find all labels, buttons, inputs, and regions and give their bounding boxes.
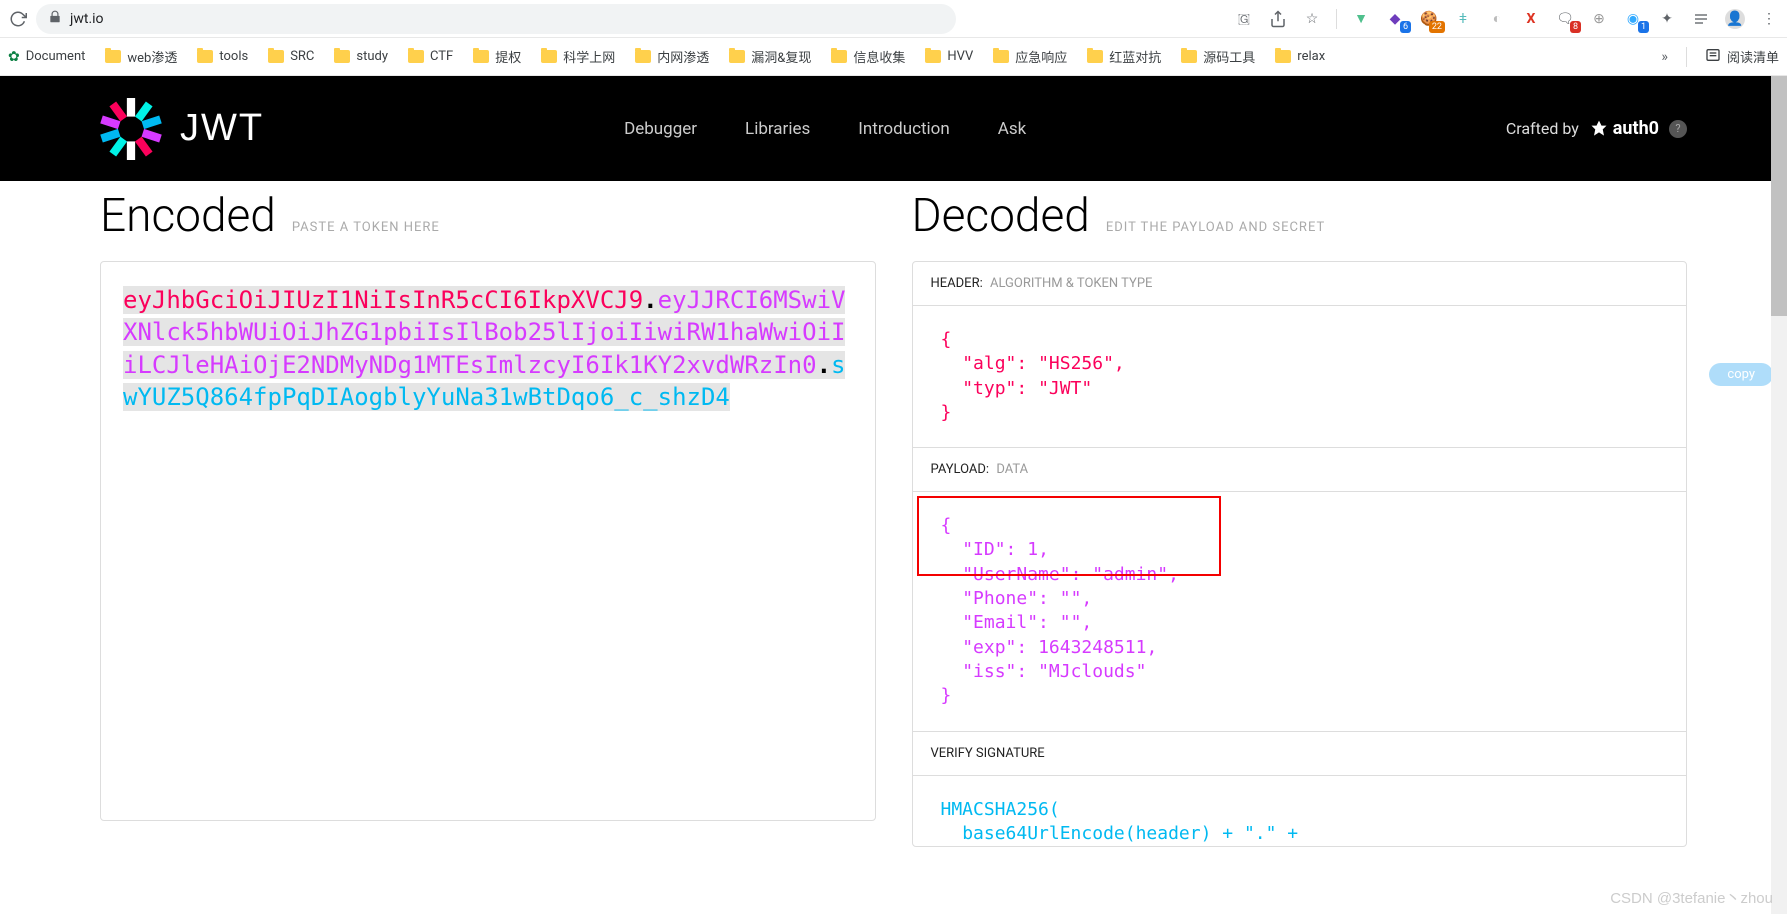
bookmark-item[interactable]: 源码工具 <box>1181 47 1255 66</box>
folder-icon <box>334 50 350 63</box>
ext-cookie-icon[interactable]: 🍪22 <box>1419 9 1439 29</box>
ext-globe-icon[interactable]: ⊕ <box>1589 9 1609 29</box>
folder-icon <box>105 50 121 63</box>
bookmark-item[interactable]: web渗透 <box>105 47 177 66</box>
ext-chat-icon[interactable]: 🗨8 <box>1555 9 1575 29</box>
reload-button[interactable] <box>8 9 28 29</box>
folder-icon <box>197 50 213 63</box>
bookmark-item[interactable]: SRC <box>268 49 314 64</box>
encoded-column: Encoded PASTE A TOKEN HERE eyJhbGciOiJIU… <box>100 189 876 847</box>
jwt-logo-icon <box>100 98 162 160</box>
folder-icon <box>1181 50 1197 63</box>
ext-vue-icon[interactable]: ▼ <box>1351 9 1371 29</box>
bookmark-item[interactable]: CTF <box>408 49 453 64</box>
bookmark-item[interactable]: 内网渗透 <box>635 47 709 66</box>
reading-list-button[interactable]: 阅读清单 <box>1705 47 1779 67</box>
folder-icon <box>1087 50 1103 63</box>
nav-libraries[interactable]: Libraries <box>745 119 810 139</box>
main-content: copy Encoded PASTE A TOKEN HERE eyJhbGci… <box>0 181 1787 887</box>
folder-icon <box>541 50 557 63</box>
ext-blue-icon[interactable]: ◉1 <box>1623 9 1643 29</box>
help-icon[interactable]: ? <box>1669 120 1687 138</box>
bookmark-item[interactable]: tools <box>197 49 248 64</box>
reading-list-icon <box>1705 47 1721 67</box>
bookmark-item[interactable]: 红蓝对抗 <box>1087 47 1161 66</box>
share-icon[interactable] <box>1268 9 1288 29</box>
decoded-subtitle: EDIT THE PAYLOAD AND SECRET <box>1106 220 1325 235</box>
extensions-icon[interactable]: ✦ <box>1657 9 1677 29</box>
verify-signature-editor[interactable]: HMACSHA256( base64UrlEncode(header) + ".… <box>913 776 1687 847</box>
encoded-textarea[interactable]: eyJhbGciOiJIUzI1NiIsInR5cCI6IkpXVCJ9.eyJ… <box>100 261 876 821</box>
jwt-site-header: JWT Debugger Libraries Introduction Ask … <box>0 76 1787 181</box>
profile-icon[interactable]: 👤 <box>1725 9 1745 29</box>
bookmark-item[interactable]: 信息收集 <box>831 47 905 66</box>
nav-ask[interactable]: Ask <box>998 119 1026 139</box>
folder-icon <box>635 50 651 63</box>
ext-purple-icon[interactable]: ◆6 <box>1385 9 1405 29</box>
bookmark-item[interactable]: relax <box>1275 49 1325 64</box>
jwt-logo[interactable]: JWT <box>100 98 264 160</box>
watermark: CSDN @3tefanie丶zhou <box>1610 887 1773 908</box>
star-icon[interactable]: ☆ <box>1302 9 1322 29</box>
verify-section-label: VERIFY SIGNATURE <box>913 732 1687 776</box>
translate-icon[interactable]: 🇬 <box>1234 9 1254 29</box>
folder-icon <box>925 50 941 63</box>
scrollbar-thumb[interactable] <box>1771 76 1787 316</box>
leaf-icon: ✿ <box>8 49 20 65</box>
browser-toolbar: jwt.io 🇬 ☆ ▼ ◆6 🍪22 ǂ ◐ X 🗨8 ⊕ ◉1 ✦ 👤 ⋮ <box>0 0 1787 38</box>
kebab-menu-icon[interactable]: ⋮ <box>1759 9 1779 29</box>
folder-icon <box>473 50 489 63</box>
payload-section-label: PAYLOAD: DATA <box>913 448 1687 492</box>
bookmark-item[interactable]: 提权 <box>473 47 521 66</box>
ext-list-icon[interactable] <box>1691 9 1711 29</box>
folder-icon <box>831 50 847 63</box>
bookmarks-overflow-icon[interactable]: » <box>1661 49 1668 65</box>
folder-icon <box>1275 50 1291 63</box>
folder-icon <box>993 50 1009 63</box>
decoded-column: Decoded EDIT THE PAYLOAD AND SECRET HEAD… <box>912 189 1688 847</box>
encoded-subtitle: PASTE A TOKEN HERE <box>292 220 440 235</box>
header-section-label: HEADER: ALGORITHM & TOKEN TYPE <box>913 262 1687 306</box>
url-text: jwt.io <box>70 11 104 27</box>
header-json-editor[interactable]: { "alg": "HS256", "typ": "JWT" } <box>913 306 1687 448</box>
jwt-logo-text: JWT <box>180 107 264 150</box>
folder-icon <box>408 50 424 63</box>
bookmark-item[interactable]: 应急响应 <box>993 47 1067 66</box>
ext-x-icon[interactable]: X <box>1521 9 1541 29</box>
folder-icon <box>729 50 745 63</box>
lock-icon <box>48 10 62 28</box>
browser-actions: 🇬 ☆ ▼ ◆6 🍪22 ǂ ◐ X 🗨8 ⊕ ◉1 ✦ 👤 ⋮ <box>1234 9 1779 29</box>
folder-icon <box>268 50 284 63</box>
bookmark-item[interactable]: 科学上网 <box>541 47 615 66</box>
decoded-title: Decoded <box>912 189 1090 243</box>
auth0-logo[interactable]: auth0 <box>1589 118 1659 139</box>
crafted-by: Crafted by auth0 ? <box>1506 118 1687 139</box>
decoded-panel: HEADER: ALGORITHM & TOKEN TYPE { "alg": … <box>912 261 1688 847</box>
bookmarks-bar: ✿Document web渗透 tools SRC study CTF 提权 科… <box>0 38 1787 76</box>
url-bar[interactable]: jwt.io <box>36 4 956 34</box>
token-header-part: eyJhbGciOiJIUzI1NiIsInR5cCI6IkpXVCJ9 <box>123 286 643 314</box>
encoded-title: Encoded <box>100 189 276 243</box>
ext-grey-icon[interactable]: ◐ <box>1487 9 1507 29</box>
bookmark-item[interactable]: 漏洞&复现 <box>729 47 811 66</box>
bookmark-item[interactable]: HVV <box>925 49 973 64</box>
bookmark-item[interactable]: ✿Document <box>8 49 85 65</box>
scrollbar[interactable] <box>1771 76 1787 914</box>
jwt-nav: Debugger Libraries Introduction Ask <box>624 119 1026 139</box>
nav-introduction[interactable]: Introduction <box>858 119 950 139</box>
nav-debugger[interactable]: Debugger <box>624 119 697 139</box>
payload-json-editor[interactable]: { "ID": 1, "UserName": "admin", "Phone":… <box>913 492 1687 731</box>
ext-key-icon[interactable]: ǂ <box>1453 9 1473 29</box>
copy-button[interactable]: copy <box>1709 363 1773 386</box>
bookmark-item[interactable]: study <box>334 49 388 64</box>
